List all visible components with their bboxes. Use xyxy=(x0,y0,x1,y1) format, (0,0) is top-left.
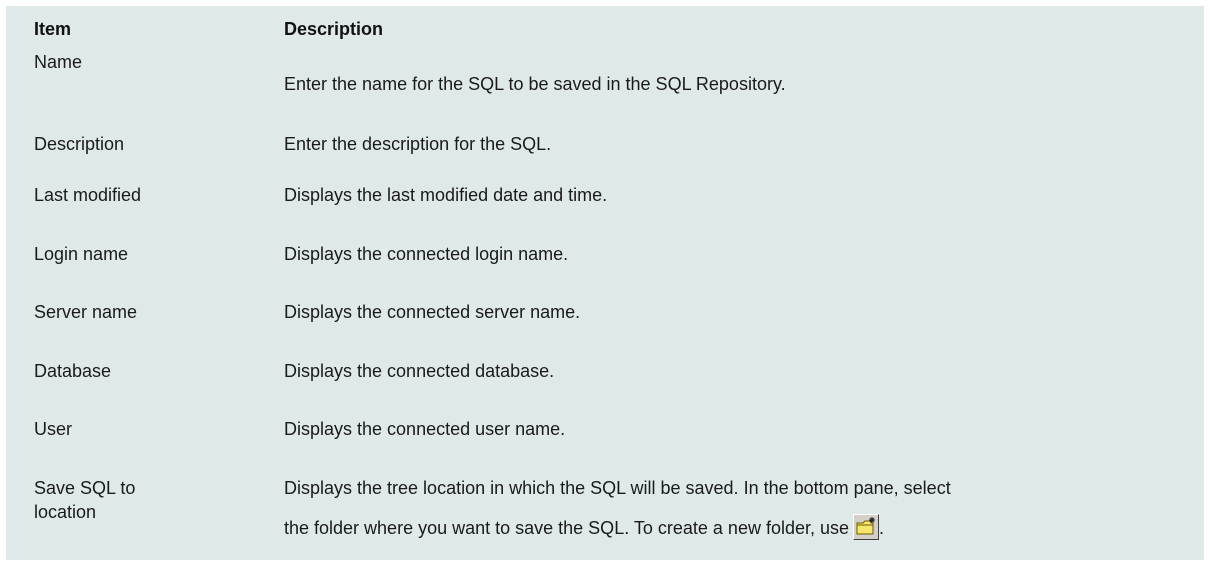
row-item-name: User xyxy=(34,419,73,439)
row-item-name: Login name xyxy=(34,244,129,264)
row-item-name: Server name xyxy=(34,302,138,322)
header-description: Description xyxy=(284,19,384,39)
row-item-line: Save SQL to xyxy=(34,478,136,498)
row-item-name: Name xyxy=(34,52,83,72)
row-description: Displays the connected database. xyxy=(284,361,555,381)
row-item-name: Description xyxy=(34,134,125,154)
row-description: Displays the last modified date and time… xyxy=(284,185,608,205)
row-description-text: the folder where you want to save the SQ… xyxy=(284,518,850,538)
row-description: Displays the connected user name. xyxy=(284,419,566,439)
row-description-end: . xyxy=(879,518,885,538)
row-description: Enter the name for the SQL to be saved i… xyxy=(284,74,786,94)
row-item-name: Last modified xyxy=(34,185,142,205)
table-header-row: Item Description xyxy=(6,6,1204,46)
row-description-line-2: the folder where you want to save the SQ… xyxy=(284,508,1184,548)
row-item-line: location xyxy=(34,502,97,522)
row-description-line: Displays the tree location in which the … xyxy=(284,478,951,498)
header-item: Item xyxy=(34,19,72,39)
new-folder-icon xyxy=(853,514,880,540)
row-description: Displays the tree location in which the … xyxy=(284,468,1184,548)
row-description: Enter the description for the SQL. xyxy=(284,134,552,154)
row-item-name: Save SQL to location xyxy=(34,476,254,524)
description-table: Item Description Name Enter the name for… xyxy=(6,6,1204,560)
row-description: Displays the connected server name. xyxy=(284,302,581,322)
row-description: Displays the connected login name. xyxy=(284,244,569,264)
row-item-name: Database xyxy=(34,361,112,381)
